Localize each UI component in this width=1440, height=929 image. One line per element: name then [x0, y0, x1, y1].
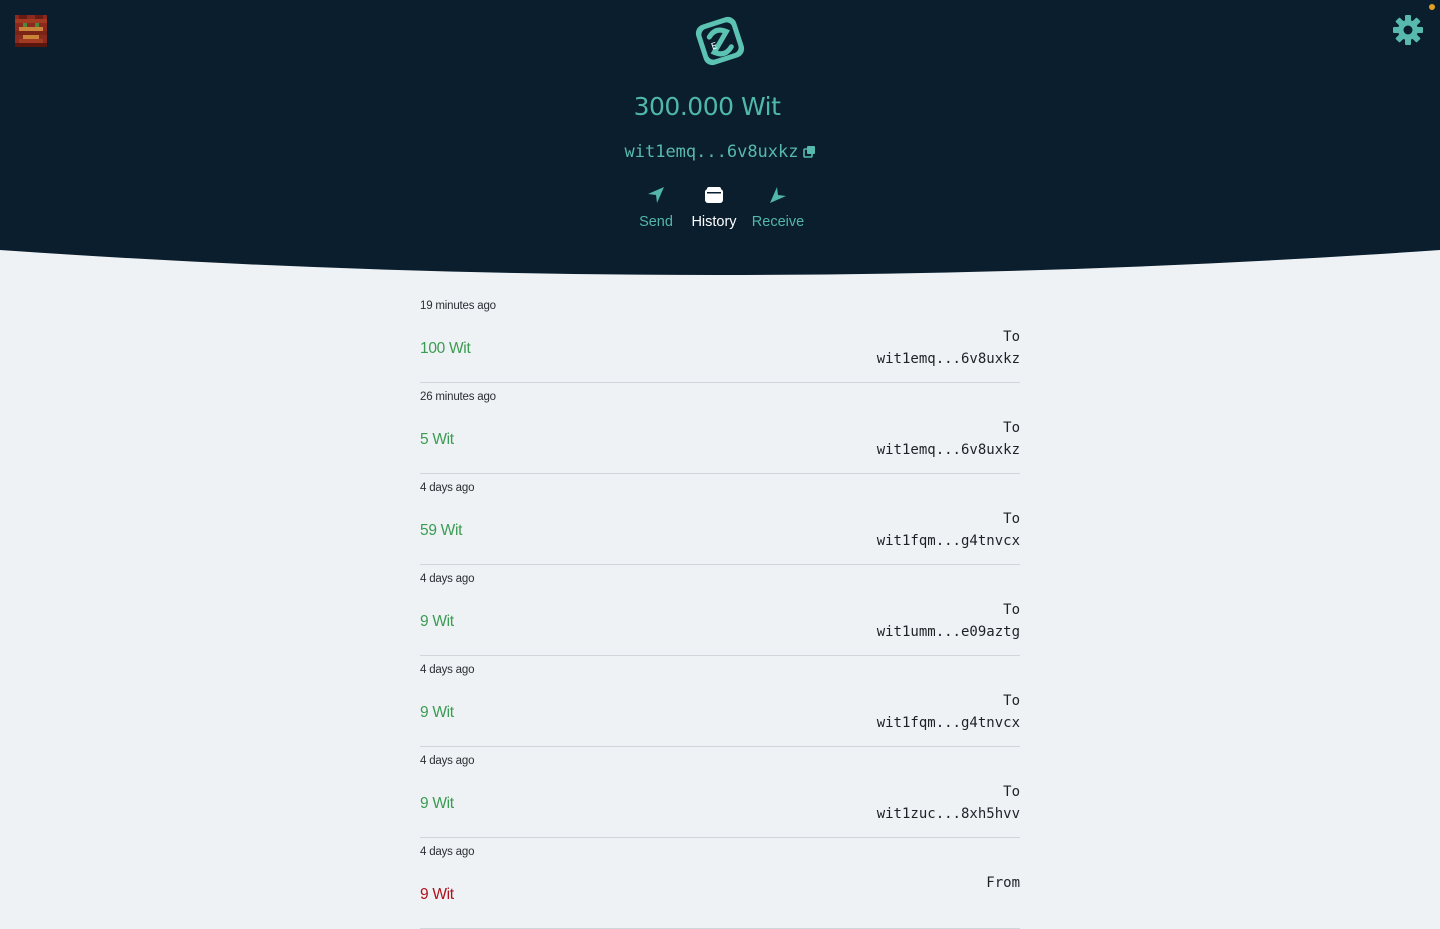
wallet-balance: 300.000 Wit [633, 92, 781, 121]
transaction-direction: To [1003, 602, 1020, 618]
transaction-time: 4 days ago [420, 846, 475, 858]
transaction-direction: To [1003, 329, 1020, 345]
wallet-address-text: wit1emq...6v8uxkz [624, 142, 799, 162]
gear-icon[interactable] [1392, 14, 1424, 46]
transaction-row[interactable]: 4 days ago 9 Wit From [420, 838, 1020, 929]
transaction-address: wit1emq...6v8uxkz [876, 442, 1020, 458]
transaction-row[interactable]: 26 minutes ago 5 Wit To wit1emq...6v8uxk… [420, 383, 1020, 474]
transaction-amount: 5 Wit [420, 431, 454, 448]
transaction-amount: 9 Wit [420, 613, 454, 630]
app-logo-icon: E [693, 14, 747, 68]
transaction-amount: 9 Wit [420, 795, 454, 812]
transaction-row[interactable]: 4 days ago 9 Wit To wit1fqm...g4tnvcx [420, 656, 1020, 747]
header: E 300.000 Wit wit1emq...6v8uxkz Send His… [0, 0, 1440, 280]
wallet-nav: Send History Receive [0, 184, 1440, 234]
transaction-time: 26 minutes ago [420, 391, 496, 403]
copy-icon[interactable] [802, 143, 816, 163]
transaction-time: 4 days ago [420, 573, 475, 585]
transaction-address: wit1umm...e09aztg [876, 624, 1020, 640]
transaction-row[interactable]: 4 days ago 9 Wit To wit1umm...e09aztg [420, 565, 1020, 656]
transaction-row[interactable]: 19 minutes ago 100 Wit To wit1emq...6v8u… [420, 292, 1020, 383]
notification-dot [1429, 4, 1435, 10]
receive-icon [733, 184, 823, 206]
pixel-avatar-icon[interactable] [15, 15, 47, 47]
transaction-amount: 9 Wit [420, 704, 454, 721]
transaction-direction: To [1003, 693, 1020, 709]
transaction-direction: To [1003, 420, 1020, 436]
transaction-direction: From [986, 875, 1020, 891]
transaction-list: 19 minutes ago 100 Wit To wit1emq...6v8u… [420, 292, 1020, 929]
transaction-address: wit1emq...6v8uxkz [876, 351, 1020, 367]
nav-receive[interactable]: Receive [733, 184, 823, 230]
transaction-direction: To [1003, 511, 1020, 527]
transaction-amount: 9 Wit [420, 886, 454, 903]
wallet-address[interactable]: wit1emq...6v8uxkz [0, 142, 1440, 163]
nav-receive-label: Receive [751, 214, 805, 230]
transaction-amount: 59 Wit [420, 522, 463, 539]
transaction-time: 4 days ago [420, 755, 475, 767]
transaction-address: wit1zuc...8xh5hvv [876, 806, 1020, 822]
transaction-address: wit1fqm...g4tnvcx [876, 533, 1020, 549]
transaction-amount: 100 Wit [420, 340, 471, 357]
transaction-row[interactable]: 4 days ago 59 Wit To wit1fqm...g4tnvcx [420, 474, 1020, 565]
transaction-address: wit1fqm...g4tnvcx [876, 715, 1020, 731]
transaction-time: 4 days ago [420, 664, 475, 676]
transaction-time: 4 days ago [420, 482, 475, 494]
transaction-row[interactable]: 4 days ago 9 Wit To wit1zuc...8xh5hvv [420, 747, 1020, 838]
transaction-time: 19 minutes ago [420, 300, 496, 312]
transaction-direction: To [1003, 784, 1020, 800]
